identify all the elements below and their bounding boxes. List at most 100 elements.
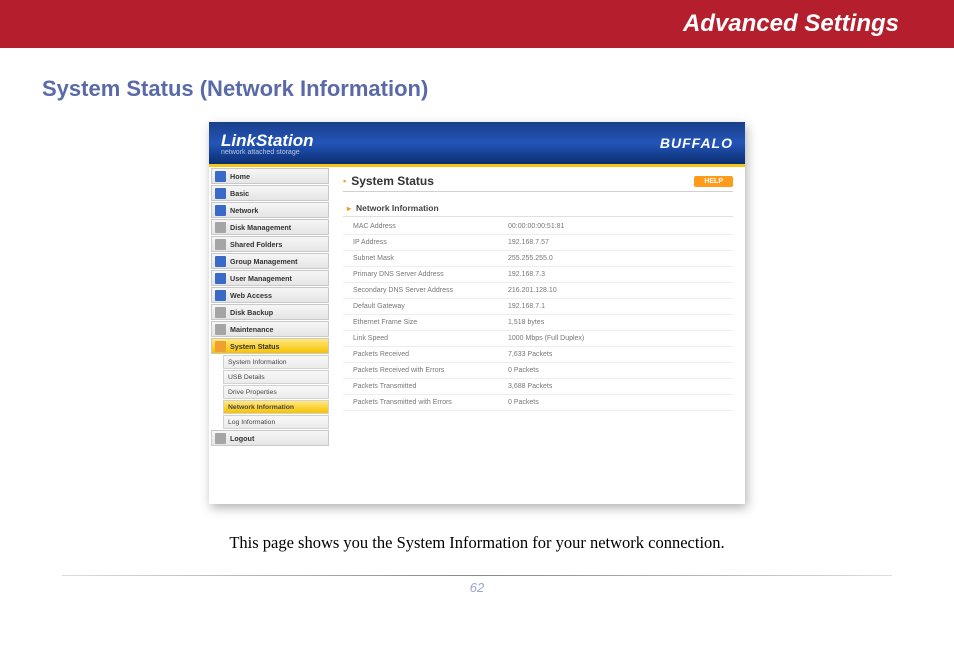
- help-button[interactable]: HELP: [694, 176, 733, 187]
- header-banner: Advanced Settings: [0, 0, 954, 48]
- subnav-system-information[interactable]: System Information: [223, 355, 329, 369]
- app-logo: LinkStation network attached storage: [221, 131, 314, 156]
- row-label: Subnet Mask: [353, 255, 508, 262]
- row-value: 1,518 bytes: [508, 319, 733, 326]
- logo-sub: network attached storage: [221, 149, 314, 156]
- nav-label: Maintenance: [230, 325, 274, 334]
- nav-icon: [215, 433, 226, 444]
- row-label: IP Address: [353, 239, 508, 246]
- nav-label: Group Management: [230, 257, 298, 266]
- nav-label: System Status: [230, 342, 280, 351]
- panel-title: Network Information: [343, 200, 733, 217]
- row-value: 0 Packets: [508, 367, 733, 374]
- nav-icon: [215, 341, 226, 352]
- nav-icon: [215, 256, 226, 267]
- nav-home[interactable]: Home: [211, 168, 329, 184]
- banner-title: Advanced Settings: [683, 10, 899, 38]
- row-value: 7,633 Packets: [508, 351, 733, 358]
- row-label: Default Gateway: [353, 303, 508, 310]
- nav-icon: [215, 239, 226, 250]
- nav-network[interactable]: Network: [211, 202, 329, 218]
- nav-system-status[interactable]: System Status: [211, 338, 329, 354]
- row-value: 255.255.255.0: [508, 255, 733, 262]
- app-body: Home Basic Network Disk Management Shared Fo…: [209, 164, 745, 504]
- content-header: System Status HELP: [343, 174, 733, 192]
- row-label: Packets Received: [353, 351, 508, 358]
- nav-icon: [215, 188, 226, 199]
- nav-icon: [215, 290, 226, 301]
- nav-icon: [215, 222, 226, 233]
- content-title: System Status: [343, 174, 434, 188]
- nav-label: Network Information: [228, 404, 294, 411]
- table-row: Default Gateway192.168.7.1: [343, 299, 733, 315]
- nav-shared-folders[interactable]: Shared Folders: [211, 236, 329, 252]
- nav-web-access[interactable]: Web Access: [211, 287, 329, 303]
- nav-logout[interactable]: Logout: [211, 430, 329, 446]
- nav-label: USB Details: [228, 374, 265, 381]
- nav-icon: [215, 324, 226, 335]
- row-value: 0 Packets: [508, 399, 733, 406]
- table-row: Packets Received with Errors0 Packets: [343, 363, 733, 379]
- table-row: Link Speed1000 Mbps (Full Duplex): [343, 331, 733, 347]
- row-value: 3,688 Packets: [508, 383, 733, 390]
- nav-label: User Management: [230, 274, 292, 283]
- nav-basic[interactable]: Basic: [211, 185, 329, 201]
- row-label: Secondary DNS Server Address: [353, 287, 508, 294]
- sidebar: Home Basic Network Disk Management Shared Fo…: [209, 164, 331, 504]
- table-row: Secondary DNS Server Address216.201.128.…: [343, 283, 733, 299]
- nav-icon: [215, 307, 226, 318]
- subnav-log-information[interactable]: Log Information: [223, 415, 329, 429]
- row-label: Primary DNS Server Address: [353, 271, 508, 278]
- nav-user-management[interactable]: User Management: [211, 270, 329, 286]
- table-row: Packets Received7,633 Packets: [343, 347, 733, 363]
- nav-label: System Information: [228, 359, 287, 366]
- app-screenshot: LinkStation network attached storage BUF…: [209, 122, 745, 504]
- row-value: 192.168.7.57: [508, 239, 733, 246]
- nav-label: Drive Properties: [228, 389, 277, 396]
- table-row: IP Address192.168.7.57: [343, 235, 733, 251]
- subnav-drive-properties[interactable]: Drive Properties: [223, 385, 329, 399]
- nav-maintenance[interactable]: Maintenance: [211, 321, 329, 337]
- row-label: Packets Transmitted: [353, 383, 508, 390]
- row-label: Packets Received with Errors: [353, 367, 508, 374]
- nav-label: Disk Backup: [230, 308, 273, 317]
- nav-disk-backup[interactable]: Disk Backup: [211, 304, 329, 320]
- row-label: Packets Transmitted with Errors: [353, 399, 508, 406]
- row-value: 192.168.7.3: [508, 271, 733, 278]
- nav-icon: [215, 171, 226, 182]
- nav-label: Network: [230, 206, 258, 215]
- nav-icon: [215, 273, 226, 284]
- content-area: System Status HELP Network Information M…: [331, 164, 745, 504]
- footer-rule: [62, 575, 892, 576]
- nav-label: Disk Management: [230, 223, 291, 232]
- row-value: 1000 Mbps (Full Duplex): [508, 335, 733, 342]
- row-value: 00:00:00:00:51:81: [508, 223, 733, 230]
- row-label: Ethernet Frame Size: [353, 319, 508, 326]
- section-title: System Status (Network Information): [0, 48, 954, 117]
- table-row: Primary DNS Server Address192.168.7.3: [343, 267, 733, 283]
- table-row: Packets Transmitted3,688 Packets: [343, 379, 733, 395]
- nav-label: Web Access: [230, 291, 272, 300]
- nav-icon: [215, 205, 226, 216]
- nav-group-management[interactable]: Group Management: [211, 253, 329, 269]
- nav-disk-management[interactable]: Disk Management: [211, 219, 329, 235]
- row-value: 192.168.7.1: [508, 303, 733, 310]
- row-label: Link Speed: [353, 335, 508, 342]
- info-table: MAC Address00:00:00:00:51:81IP Address19…: [343, 219, 733, 411]
- nav-label: Shared Folders: [230, 240, 282, 249]
- brand-name: BUFFALO: [660, 135, 733, 151]
- table-row: Ethernet Frame Size1,518 bytes: [343, 315, 733, 331]
- row-value: 216.201.128.10: [508, 287, 733, 294]
- nav-label: Basic: [230, 189, 249, 198]
- subnav-network-information[interactable]: Network Information: [223, 400, 329, 414]
- logo-main: LinkStation: [221, 131, 314, 150]
- table-row: Subnet Mask255.255.255.0: [343, 251, 733, 267]
- table-row: Packets Transmitted with Errors0 Packets: [343, 395, 733, 411]
- table-row: MAC Address00:00:00:00:51:81: [343, 219, 733, 235]
- app-header: LinkStation network attached storage BUF…: [209, 122, 745, 164]
- page-number: 62: [0, 580, 954, 595]
- screenshot-container: LinkStation network attached storage BUF…: [0, 117, 954, 519]
- nav-label: Logout: [230, 434, 254, 443]
- subnav-usb-details[interactable]: USB Details: [223, 370, 329, 384]
- nav-label: Log Information: [228, 419, 275, 426]
